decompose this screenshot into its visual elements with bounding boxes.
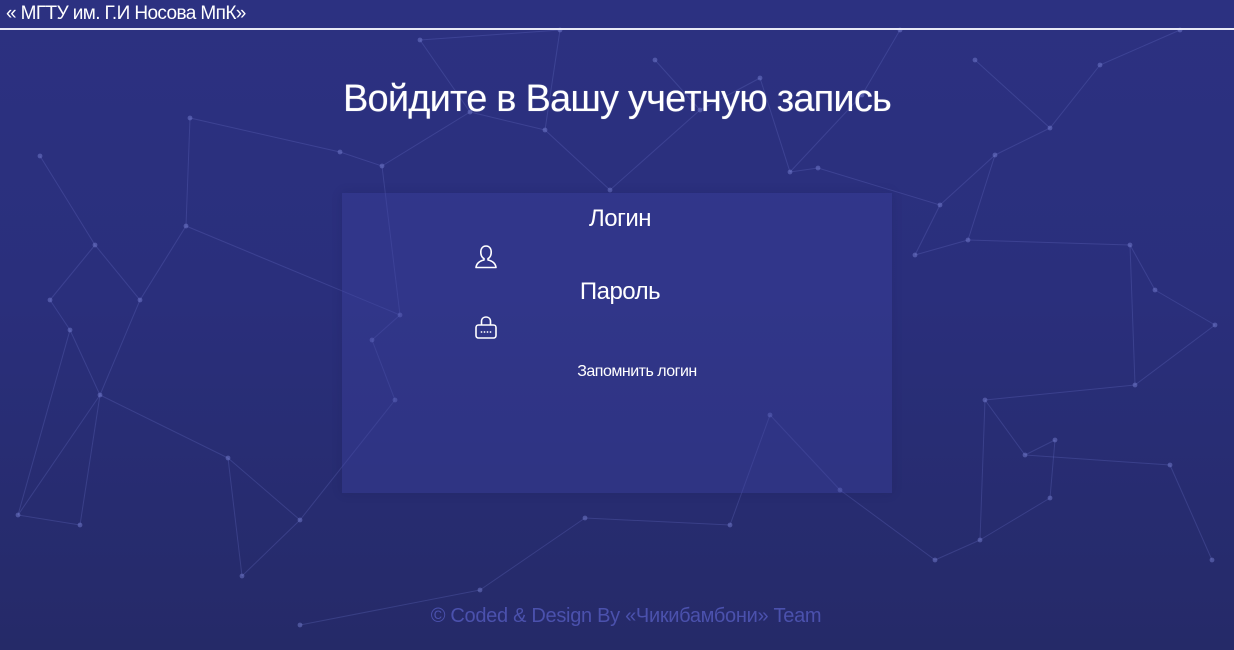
network-node (1209, 557, 1215, 563)
password-field-row (462, 311, 782, 345)
network-line (99, 299, 141, 396)
network-line (544, 129, 611, 191)
network-line (984, 399, 1026, 456)
network-node (225, 455, 231, 461)
network-line (994, 127, 1051, 156)
network-line (139, 225, 187, 301)
password-input[interactable] (506, 313, 776, 341)
network-line (94, 244, 141, 301)
network-node (1047, 495, 1053, 501)
top-bar: « МГТУ им. Г.И Носова МпК» (0, 0, 1234, 30)
network-node (652, 57, 658, 63)
network-line (227, 457, 243, 577)
network-line (1129, 244, 1136, 386)
network-node (542, 127, 548, 133)
network-node (787, 169, 793, 175)
network-node (337, 149, 343, 155)
network-node (37, 153, 43, 159)
network-line (69, 329, 101, 396)
network-node (1047, 125, 1053, 131)
network-node (97, 392, 103, 398)
network-node (932, 557, 938, 563)
network-node (972, 57, 978, 63)
network-node (965, 237, 971, 243)
network-node (1152, 287, 1158, 293)
network-line (1099, 29, 1181, 66)
network-node (77, 522, 83, 528)
network-line (609, 109, 701, 191)
login-form: Логин Пароль Запомнить логин (342, 193, 892, 493)
network-node (982, 397, 988, 403)
network-line (419, 29, 561, 41)
network-node (15, 512, 21, 518)
network-node (582, 515, 588, 521)
network-node (47, 297, 53, 303)
network-line (189, 117, 341, 153)
login-field-row (462, 241, 782, 275)
network-line (1169, 464, 1213, 561)
network-line (1134, 324, 1216, 386)
network-line (339, 151, 383, 167)
network-node (379, 163, 385, 169)
network-node (1167, 462, 1173, 468)
network-line (241, 519, 301, 577)
network-line (17, 329, 71, 516)
network-line (79, 394, 101, 526)
network-line (227, 457, 301, 521)
network-line (979, 497, 1051, 541)
network-line (984, 384, 1136, 401)
page-title: Войдите в Вашу учетную запись (342, 78, 892, 120)
network-node (912, 252, 918, 258)
network-line (185, 117, 191, 227)
network-node (477, 587, 483, 593)
network-line (584, 517, 731, 526)
network-line (934, 539, 981, 561)
network-node (977, 537, 983, 543)
network-node (239, 573, 245, 579)
network-node (1097, 62, 1103, 68)
login-input[interactable] (506, 243, 776, 271)
network-line (914, 204, 941, 256)
network-line (17, 394, 101, 516)
network-node (297, 517, 303, 523)
network-line (979, 399, 986, 541)
network-line (49, 299, 71, 331)
network-line (839, 489, 936, 561)
network-line (39, 155, 96, 246)
network-line (1024, 439, 1056, 456)
network-line (1024, 454, 1171, 466)
network-line (1154, 289, 1216, 326)
lock-icon (475, 316, 497, 339)
login-label: Логин (588, 205, 652, 232)
network-node (992, 152, 998, 158)
network-node (183, 223, 189, 229)
network-line (914, 239, 969, 256)
network-node (607, 187, 613, 193)
network-line (479, 517, 586, 591)
network-line (789, 167, 819, 173)
password-label: Пароль (579, 278, 661, 305)
network-node (92, 242, 98, 248)
network-line (1049, 439, 1056, 499)
network-node (67, 327, 73, 333)
network-node (1132, 382, 1138, 388)
network-node (1022, 452, 1028, 458)
network-node (1212, 322, 1218, 328)
network-node (1127, 242, 1133, 248)
network-node (727, 522, 733, 528)
network-line (99, 394, 229, 459)
network-line (1129, 244, 1156, 291)
network-line (17, 514, 81, 526)
footer-credits: © Coded & Design By «Чикибамбони» Team (430, 605, 822, 627)
network-node (417, 37, 423, 43)
remember-login-option[interactable]: Запомнить логин (342, 363, 932, 381)
network-node (137, 297, 143, 303)
network-node (1052, 437, 1058, 443)
network-line (967, 239, 1131, 246)
user-icon (475, 245, 497, 269)
network-line (49, 244, 96, 301)
network-node (815, 165, 821, 171)
network-node (937, 202, 943, 208)
brand-link[interactable]: « МГТУ им. Г.И Носова МпК» (6, 3, 246, 25)
